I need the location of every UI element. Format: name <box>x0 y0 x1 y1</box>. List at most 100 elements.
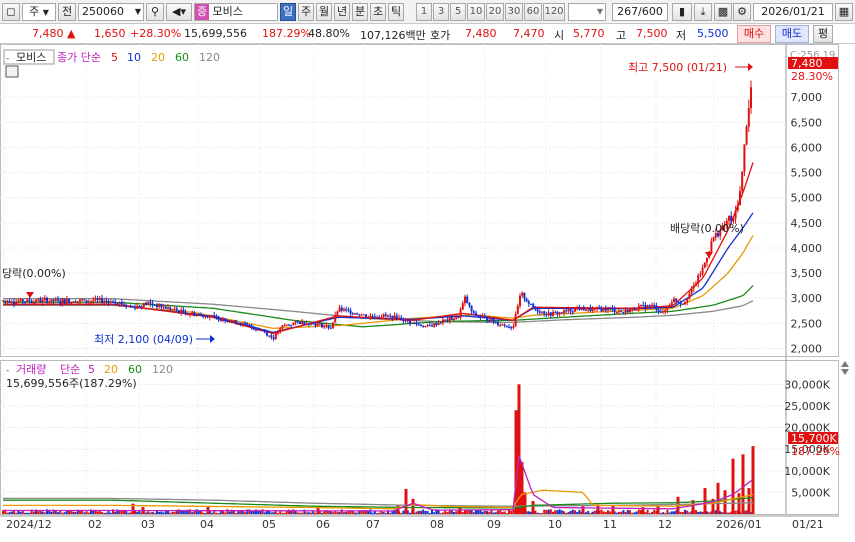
last-volume-tag: 15,700K <box>791 432 837 445</box>
stock-chart[interactable]: 2,000 2,500 3,000 3,500 4,000 4,500 5,000 5,500… <box>0 44 855 539</box>
candle-body <box>424 325 427 327</box>
candle-settings-icon[interactable]: ▮ <box>672 3 692 21</box>
stock-tag: 모비스 <box>16 51 46 64</box>
volume-bar <box>329 511 332 514</box>
candle-body <box>455 316 458 319</box>
scroll-up-icon[interactable] <box>841 361 849 367</box>
candle-body <box>314 323 317 326</box>
tab-period-3[interactable]: 년 <box>334 3 350 21</box>
volume-bar <box>294 511 297 514</box>
volume-bar <box>439 513 442 514</box>
candle-body <box>272 337 275 340</box>
save-icon[interactable]: ▩ <box>714 3 732 21</box>
volume-bar <box>136 511 139 514</box>
scroll-down-icon[interactable] <box>841 369 849 375</box>
low-annotation: 최저 2,100 (04/09) <box>94 333 193 346</box>
candle-body <box>189 314 191 316</box>
volume-bar <box>651 511 653 514</box>
volume-bar <box>382 512 385 514</box>
interval-button-1[interactable]: 1 <box>416 3 432 21</box>
interval-button-60[interactable]: 60 <box>524 3 542 21</box>
candle-body <box>393 315 396 320</box>
volume-bar <box>673 511 675 514</box>
sell-button[interactable]: 매도 <box>775 25 809 43</box>
prefix-button[interactable]: 전 <box>58 3 76 21</box>
draw-tool-icon[interactable]: ⤓ <box>694 3 712 21</box>
volume-bar <box>455 511 458 514</box>
volume-bar <box>543 509 546 514</box>
candle-body <box>112 301 114 303</box>
tab-period-1[interactable]: 주 <box>298 3 314 21</box>
chart-area[interactable]: 2,000 2,500 3,000 3,500 4,000 4,500 5,000 5,500… <box>0 44 855 539</box>
interval-select[interactable]: ▼ <box>568 3 606 21</box>
interval-button-20[interactable]: 20 <box>486 3 504 21</box>
stock-name-field[interactable]: 증 모비스 <box>194 3 278 21</box>
candle-body <box>461 303 464 310</box>
volume-bar <box>228 511 231 514</box>
candle-body <box>538 311 541 313</box>
candle-body <box>637 305 640 310</box>
candle-body <box>591 309 594 312</box>
candle-body <box>481 316 484 318</box>
candle-body <box>380 317 383 319</box>
candle-body <box>175 308 178 311</box>
volume-bar <box>222 511 224 514</box>
candle-body <box>37 299 40 301</box>
interval-button-30[interactable]: 30 <box>505 3 523 21</box>
volume-bar <box>336 512 339 514</box>
stock-code-input[interactable]: 250060 ▼ <box>78 3 144 21</box>
candle-body <box>406 319 409 321</box>
bar-count-field[interactable]: 267/600 <box>612 3 668 21</box>
candle-body <box>609 307 612 309</box>
candle-body <box>292 322 295 325</box>
candle-body <box>571 311 574 313</box>
volume-bar <box>19 511 22 514</box>
candle-body <box>666 307 669 311</box>
search-icon[interactable]: ⚲ <box>146 3 164 21</box>
candle-body <box>222 319 224 321</box>
chevron-down-icon: ▼ <box>134 7 141 16</box>
volume-bar <box>235 513 238 514</box>
candle-body <box>494 322 497 324</box>
quote-bar: 7,480 ▲ 1,650 +28.30% 15,699,556 187.29%… <box>0 24 855 44</box>
volume-bar <box>541 513 543 514</box>
tab-period-6[interactable]: 틱 <box>388 3 404 21</box>
calendar-icon[interactable]: ▦ <box>835 3 853 21</box>
volume-tick-label: 5,000K <box>791 486 830 499</box>
volume-bar <box>127 512 130 514</box>
tab-period-4[interactable]: 분 <box>352 3 368 21</box>
volume-bar <box>193 511 196 514</box>
volume-spike-bar <box>531 501 535 514</box>
volume-bar <box>560 510 563 514</box>
candle-body <box>646 305 649 309</box>
window-icon[interactable]: ◻ <box>2 3 20 21</box>
tab-period-0[interactable]: 일 <box>280 3 296 21</box>
buy-button[interactable]: 매수 <box>737 25 771 43</box>
market-select[interactable]: 주 ▼ <box>22 3 56 21</box>
candle-body <box>488 320 491 322</box>
candle-body <box>479 316 482 318</box>
candle-body <box>19 299 22 301</box>
candle-body <box>195 314 198 316</box>
eval-button[interactable]: 평 <box>813 25 833 43</box>
volume-bar <box>503 511 506 514</box>
volume-bar <box>24 512 26 514</box>
candle-body <box>620 311 623 313</box>
candle-body <box>360 314 363 316</box>
interval-button-3[interactable]: 3 <box>433 3 449 21</box>
volume-bar <box>549 509 552 514</box>
interval-button-10[interactable]: 10 <box>467 3 485 21</box>
speaker-icon[interactable]: ◀▾ <box>166 3 192 21</box>
tab-period-5[interactable]: 초 <box>370 3 386 21</box>
volume-bar <box>10 511 13 514</box>
interval-button-120[interactable]: 120 <box>543 3 565 21</box>
candle-body <box>576 308 579 310</box>
tab-period-2[interactable]: 월 <box>316 3 332 21</box>
interval-button-5[interactable]: 5 <box>450 3 466 21</box>
table-icon[interactable] <box>5 65 19 78</box>
candle-body <box>230 321 233 323</box>
gear-icon[interactable]: ⚙ <box>733 3 751 21</box>
candle-body <box>699 274 702 276</box>
date-field[interactable]: 2026/01/21 <box>753 3 833 21</box>
volume-bar <box>74 511 77 514</box>
